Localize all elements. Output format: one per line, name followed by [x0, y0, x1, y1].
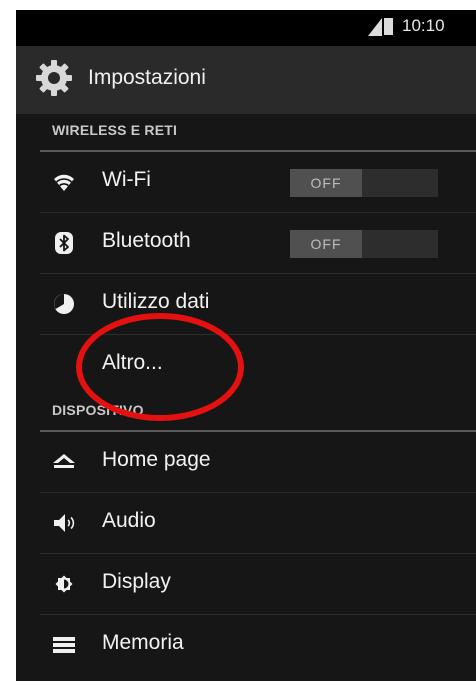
settings-item-label: Bluetooth — [102, 229, 191, 252]
settings-item-home[interactable]: Home page — [40, 432, 476, 493]
action-bar: Impostazioni — [16, 46, 476, 114]
status-bar: 10:10 — [16, 10, 476, 46]
gear-icon[interactable] — [34, 58, 74, 98]
data-usage-icon — [54, 294, 74, 314]
settings-item-label: Display — [102, 570, 171, 593]
settings-item-storage[interactable]: Memoria — [40, 615, 476, 675]
section-header-device: DISPOSITIVO — [40, 394, 476, 432]
settings-item-more[interactable]: Altro... — [40, 335, 476, 395]
battery-icon — [384, 18, 393, 35]
page-title: Impostazioni — [88, 66, 206, 89]
brightness-icon — [55, 575, 73, 593]
settings-item-label: Audio — [102, 509, 156, 532]
section-header-wireless: WIRELESS E RETI — [40, 114, 476, 152]
settings-item-display[interactable]: Display — [40, 554, 476, 615]
bluetooth-toggle-state: OFF — [290, 230, 362, 258]
settings-item-data-usage[interactable]: Utilizzo dati — [40, 274, 476, 335]
settings-item-label: Utilizzo dati — [102, 290, 210, 313]
bluetooth-icon — [55, 232, 73, 254]
settings-item-label: Home page — [102, 448, 211, 471]
wifi-toggle[interactable]: OFF — [290, 169, 438, 197]
storage-icon — [53, 637, 75, 653]
settings-item-label: Wi-Fi — [102, 168, 151, 191]
settings-item-audio[interactable]: Audio — [40, 493, 476, 554]
settings-item-bluetooth[interactable]: Bluetooth OFF — [40, 213, 476, 274]
settings-item-wifi[interactable]: Wi-Fi OFF — [40, 152, 476, 213]
settings-item-label: Memoria — [102, 631, 184, 654]
phone-screen: 10:10 Impostazioni WIRELESS E RETI Wi-Fi… — [16, 10, 476, 681]
settings-item-label: Altro... — [102, 351, 163, 374]
home-icon — [53, 454, 75, 468]
wifi-toggle-state: OFF — [290, 169, 362, 197]
wifi-icon — [54, 174, 74, 191]
speaker-icon — [54, 514, 75, 532]
bluetooth-toggle[interactable]: OFF — [290, 230, 438, 258]
status-time: 10:10 — [402, 16, 445, 35]
signal-icon — [368, 18, 382, 36]
